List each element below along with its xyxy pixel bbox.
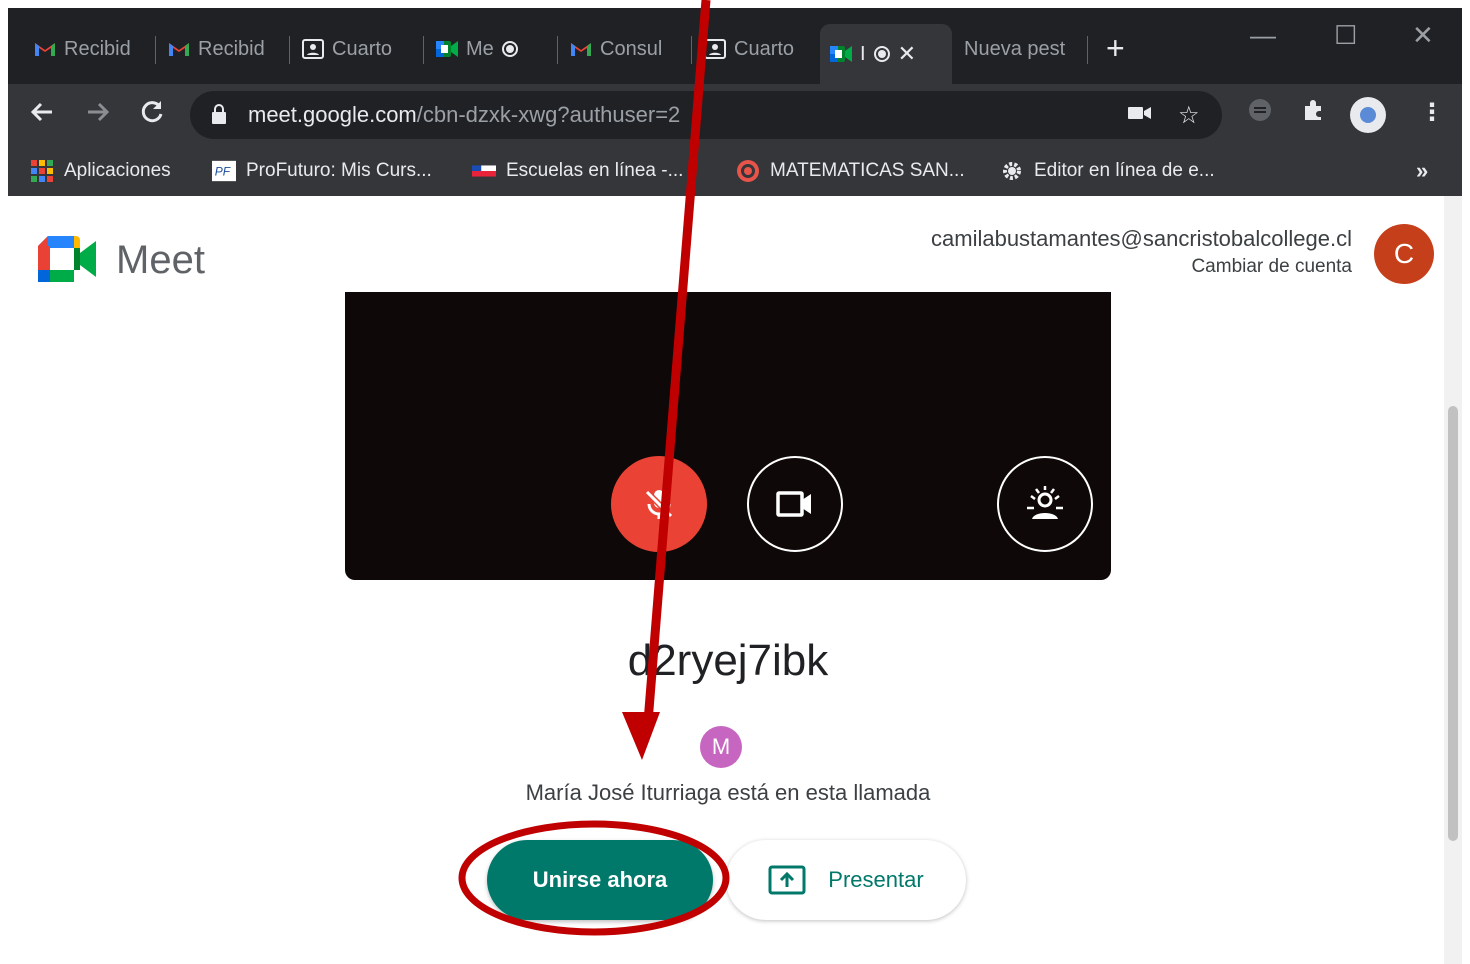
url-text: meet.google.com/cbn-dzxk-xwg?authuser=2 (248, 102, 680, 128)
lock-icon (212, 104, 226, 124)
meet-icon (436, 38, 458, 60)
tab-label: Nueva pest (964, 37, 1066, 60)
present-label: Presentar (828, 867, 924, 892)
classroom-icon (704, 38, 726, 60)
recording-indicator-icon (501, 41, 518, 57)
video-camera-icon (776, 491, 811, 517)
back-button[interactable] (28, 98, 56, 133)
tab-meet-active[interactable]: I ✕ (820, 24, 952, 84)
classroom-icon (302, 38, 324, 60)
switch-account-link[interactable]: Cambiar de cuenta (1191, 256, 1352, 278)
bookmark-label: MATEMATICAS SAN... (770, 160, 965, 181)
bookmark-apps[interactable]: Aplicaciones (30, 159, 171, 183)
scrollbar-thumb[interactable] (1448, 406, 1458, 841)
browser-profile-avatar[interactable] (1350, 97, 1386, 133)
gmail-icon (570, 38, 592, 60)
profuturo-icon: PF (212, 159, 236, 183)
minimize-button[interactable]: — (1250, 20, 1276, 51)
back-arrow-icon (30, 102, 52, 122)
tab-label: Cuarto (332, 37, 393, 60)
apps-grid-icon (30, 159, 54, 183)
tab-gmail-1[interactable]: Recibid (24, 24, 156, 74)
reload-icon (141, 101, 163, 123)
participant-status-text: María José Iturriaga está en esta llamad… (525, 780, 931, 805)
tab-strip: Recibid Recibid Cuarto Me Consul Cuarto … (8, 8, 1462, 84)
tab-classroom-2[interactable]: Cuarto (694, 24, 818, 74)
maximize-button[interactable]: ☐ (1334, 20, 1357, 51)
present-button[interactable]: Presentar (726, 840, 966, 920)
join-now-button[interactable]: Unirse ahora (487, 840, 713, 920)
bookmarks-overflow-button[interactable]: » (1416, 158, 1428, 184)
bookmark-label: ProFuturo: Mis Curs... (246, 160, 432, 181)
join-now-label: Unirse ahora (532, 867, 668, 892)
bookmark-escuelas[interactable]: Escuelas en línea -... (472, 159, 683, 183)
url-host: meet.google.com (248, 102, 417, 127)
tab-label: Recibid (198, 37, 265, 60)
new-tab-button[interactable]: + (1106, 30, 1125, 66)
bookmark-profuturo[interactable]: PF ProFuturo: Mis Curs... (212, 159, 432, 183)
meet-brand-text: Meet (116, 238, 205, 282)
account-avatar[interactable]: C (1374, 224, 1434, 284)
meet-page: Meet camilabustamantes@sancristobalcolle… (8, 196, 1462, 964)
meeting-code: d2ryej7ibk (627, 636, 829, 685)
forward-arrow-icon (88, 102, 110, 122)
bookmark-label: Aplicaciones (64, 160, 171, 181)
browser-window: Recibid Recibid Cuarto Me Consul Cuarto … (8, 8, 1462, 196)
flag-icon (472, 159, 496, 183)
visual-effects-button[interactable] (997, 456, 1093, 552)
bookmark-matematicas[interactable]: MATEMATICAS SAN... (736, 159, 965, 183)
reload-button[interactable] (138, 98, 166, 133)
tab-gmail-2[interactable]: Recibid (158, 24, 290, 74)
tab-classroom-1[interactable]: Cuarto (292, 24, 424, 74)
url-path: /cbn-dzxk-xwg?authuser=2 (416, 102, 681, 127)
recording-indicator-icon (873, 46, 890, 62)
tab-meet-1[interactable]: Me (426, 24, 558, 74)
camera-toggle-button[interactable] (747, 456, 843, 552)
participant-avatar: M (700, 726, 742, 768)
camera-in-use-icon[interactable] (1128, 101, 1152, 129)
video-preview (345, 292, 1111, 580)
close-tab-icon[interactable]: ✕ (898, 41, 916, 67)
close-window-button[interactable]: ✕ (1412, 20, 1434, 51)
address-bar[interactable]: meet.google.com/cbn-dzxk-xwg?authuser=2 … (190, 91, 1222, 139)
meet-logo-icon (38, 236, 96, 282)
svg-text:PF: PF (215, 165, 231, 179)
extensions-puzzle-icon[interactable] (1302, 98, 1326, 129)
extension-circle-icon[interactable] (1248, 98, 1272, 129)
bookmarks-bar: Aplicaciones PF ProFuturo: Mis Curs... E… (8, 146, 1462, 196)
microphone-toggle-button[interactable] (611, 456, 707, 552)
tab-label: Cuarto (734, 37, 795, 60)
bookmark-label: Editor en línea de e... (1034, 160, 1215, 181)
bookmark-editor[interactable]: Editor en línea de e... (1000, 159, 1215, 183)
browser-menu-icon[interactable]: ⋮ (1420, 98, 1444, 127)
tab-label: Me (466, 37, 494, 60)
background-effects-icon (1027, 486, 1063, 519)
tab-label: I (860, 42, 866, 65)
forward-button[interactable] (84, 98, 112, 133)
browser-toolbar: meet.google.com/cbn-dzxk-xwg?authuser=2 … (8, 84, 1462, 146)
gmail-icon (168, 38, 190, 60)
gmail-icon (34, 38, 56, 60)
tab-gmail-3[interactable]: Consul (560, 24, 692, 74)
tab-new[interactable]: Nueva pest (954, 24, 1088, 74)
meet-icon (830, 43, 852, 65)
gear-icon (1000, 159, 1024, 183)
tab-label: Consul (600, 37, 663, 60)
present-screen-icon (768, 865, 806, 895)
account-email: camilabustamantes@sancristobalcollege.cl (931, 226, 1352, 251)
target-icon (736, 159, 760, 183)
mic-off-icon (644, 489, 674, 519)
bookmark-star-icon[interactable]: ☆ (1178, 101, 1200, 130)
bookmark-label: Escuelas en línea -... (506, 160, 684, 181)
tab-label: Recibid (64, 37, 131, 60)
